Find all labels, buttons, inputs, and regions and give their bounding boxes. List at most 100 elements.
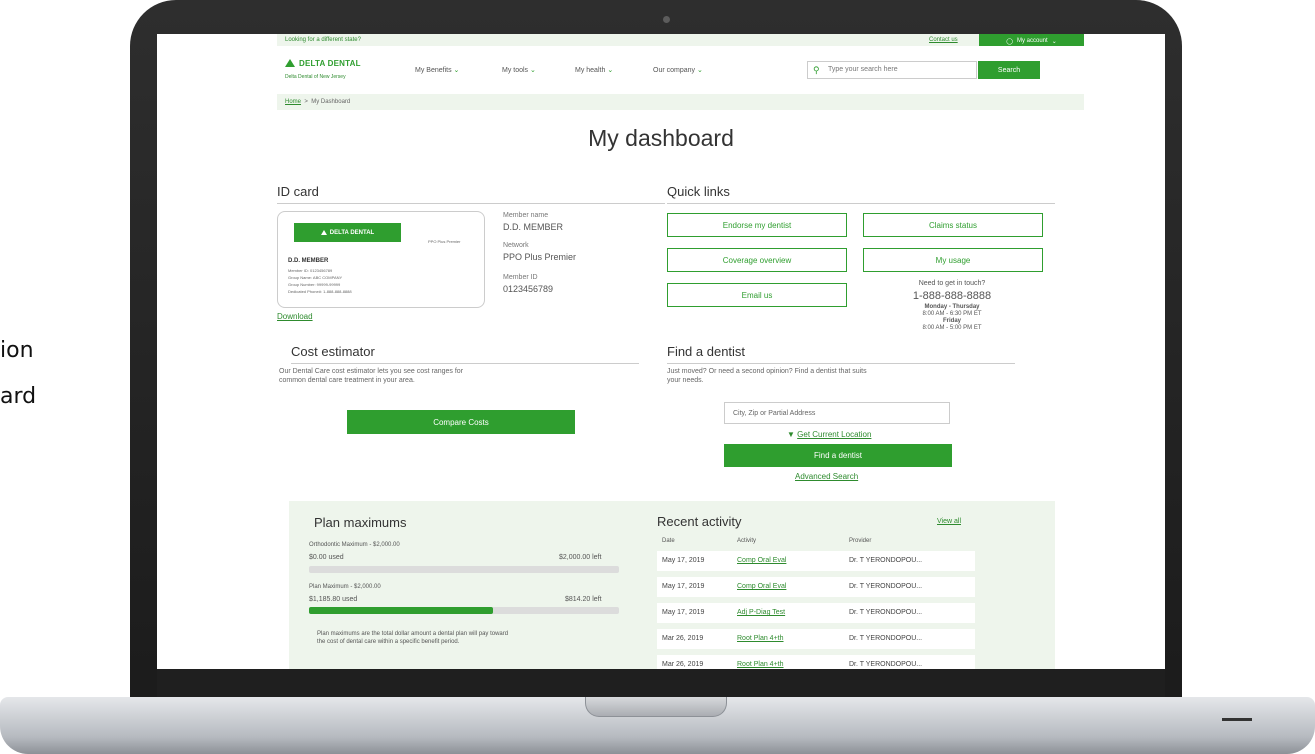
get-in-touch-heading: Need to get in touch? xyxy=(918,280,986,287)
chevron-down-icon: ⌄ xyxy=(530,67,536,74)
plan-max-label: Plan Maximum - $2,000.00 xyxy=(309,584,381,590)
activity-link[interactable]: Root Plan 4+th xyxy=(737,635,784,642)
email-us-button[interactable]: Email us xyxy=(667,283,847,307)
activity-date: May 17, 2019 xyxy=(662,557,705,564)
nav-my-benefits-label: My Benefits xyxy=(415,67,452,74)
col-header-provider: Provider xyxy=(849,538,872,544)
table-row: May 17, 2019 Adj P-Diag Test Dr. T YERONDO… xyxy=(657,603,975,623)
activity-link[interactable]: Comp Oral Eval xyxy=(737,583,786,590)
nav-our-company[interactable]: Our company ⌄ xyxy=(653,66,703,74)
activity-date: Mar 26, 2019 xyxy=(662,661,704,668)
nav-my-health-label: My health xyxy=(575,67,606,74)
id-card-line: Group Number: 99999-99999 xyxy=(288,282,341,287)
activity-date: Mar 26, 2019 xyxy=(662,635,704,642)
delta-logo-icon xyxy=(320,230,327,235)
hours-days-2: Friday xyxy=(942,318,961,324)
plan-maximums-note: Plan maximums are the total dollar amoun… xyxy=(317,630,627,646)
location-arrow-icon: ▼ xyxy=(787,430,795,439)
nav-my-health[interactable]: My health ⌄ xyxy=(575,66,613,74)
view-all-link[interactable]: View all xyxy=(937,518,961,525)
contact-link[interactable]: Contact us xyxy=(929,37,958,43)
nav-my-tools[interactable]: My tools ⌄ xyxy=(502,66,536,74)
breadcrumb: Home > My Dashboard xyxy=(277,94,1084,110)
cost-estimator-heading: Cost estimator xyxy=(291,344,639,364)
download-link[interactable]: Download xyxy=(277,312,313,321)
delta-dental-logo[interactable]: DELTA DENTAL xyxy=(285,59,361,68)
laptop-screen: Looking for a different state? Contact u… xyxy=(157,34,1165,685)
id-card-line: Member ID: 0123456789 xyxy=(288,268,333,273)
chevron-down-icon: ⌄ xyxy=(696,67,703,74)
side-caption-line2: ard xyxy=(0,384,37,409)
activity-date: May 17, 2019 xyxy=(662,609,705,616)
find-dentist-desc-2: your needs. xyxy=(667,377,704,384)
search-input[interactable]: ⚲ Type your search here xyxy=(807,61,977,79)
chevron-down-icon: ⌄ xyxy=(453,67,460,74)
laptop-notch xyxy=(585,697,727,717)
laptop-camera xyxy=(663,16,670,23)
id-card-heading: ID card xyxy=(277,184,665,204)
get-current-location-link[interactable]: ▼ Get Current Location xyxy=(787,430,871,439)
plan-maximums-heading: Plan maximums xyxy=(314,515,407,530)
find-dentist-button[interactable]: Find a dentist xyxy=(724,444,952,467)
col-header-date: Date xyxy=(662,538,675,544)
activity-link[interactable]: Comp Oral Eval xyxy=(737,557,786,564)
quick-links-heading: Quick links xyxy=(667,184,1055,204)
hours-2: 8:00 AM - 5:00 PM ET xyxy=(922,325,982,331)
recent-activity-heading: Recent activity xyxy=(657,514,742,529)
get-current-location-label: Get Current Location xyxy=(797,430,872,439)
activity-link[interactable]: Adj P-Diag Test xyxy=(737,609,785,616)
cost-estimator-desc-2: common dental care treatment in your are… xyxy=(279,377,415,384)
network-label: Network xyxy=(503,242,529,249)
phone-number[interactable]: 1-888-888-8888 xyxy=(857,290,1047,302)
plan-max-progress-fill xyxy=(309,607,493,614)
hours-days-1: Monday - Thursday xyxy=(924,304,980,310)
network-value: PPO Plus Premier xyxy=(503,252,577,262)
ortho-used: $0.00 used xyxy=(309,554,344,561)
search-button[interactable]: Search xyxy=(978,61,1040,79)
id-card-image: DELTA DENTAL PPO Plus Premier D.D. MEMBE… xyxy=(277,211,485,308)
compare-costs-button[interactable]: Compare Costs xyxy=(347,410,575,434)
ortho-max-label: Orthodontic Maximum - $2,000.00 xyxy=(309,542,400,548)
advanced-search-link[interactable]: Advanced Search xyxy=(795,472,858,481)
breadcrumb-home-link[interactable]: Home xyxy=(285,99,301,105)
activity-date: May 17, 2019 xyxy=(662,583,705,590)
find-dentist-desc-1: Just moved? Or need a second opinion? Fi… xyxy=(667,368,867,375)
address-input[interactable]: City, Zip or Partial Address xyxy=(724,402,950,424)
cost-estimator-desc-1: Our Dental Care cost estimator lets you … xyxy=(279,368,464,375)
plan-maximums-note-2: the cost of dental care within a specifi… xyxy=(317,639,460,645)
table-row: May 17, 2019 Comp Oral Eval Dr. T YERONDOP… xyxy=(657,551,975,571)
table-row: May 17, 2019 Comp Oral Eval Dr. T YERONDOP… xyxy=(657,577,975,597)
plan-max-progress-bar xyxy=(309,607,619,614)
plan-max-left: $814.20 left xyxy=(565,596,602,603)
page-title: My dashboard xyxy=(588,125,734,151)
activity-link[interactable]: Root Plan 4+th xyxy=(737,661,784,668)
plan-max-used: $1,185.80 used xyxy=(309,596,358,603)
nav-my-tools-label: My tools xyxy=(502,67,529,74)
member-name-label: Member name xyxy=(503,212,549,219)
logo-text: DELTA DENTAL xyxy=(299,59,361,68)
ortho-left: $2,000.00 left xyxy=(559,554,602,561)
my-usage-button[interactable]: My usage xyxy=(863,248,1043,272)
coverage-overview-button[interactable]: Coverage overview xyxy=(667,248,847,272)
id-card-line: Dedicated Phone#: 1-888-888-8888 xyxy=(288,289,352,294)
breadcrumb-current: My Dashboard xyxy=(311,99,351,105)
web-page: Looking for a different state? Contact u… xyxy=(157,34,1165,685)
utility-bar xyxy=(277,34,1084,46)
delta-logo-icon xyxy=(285,59,295,67)
activity-provider: Dr. T YERONDOPOU... xyxy=(849,609,923,616)
ortho-progress-bar xyxy=(309,566,619,573)
endorse-dentist-button[interactable]: Endorse my dentist xyxy=(667,213,847,237)
member-id-value: 0123456789 xyxy=(503,284,554,294)
activity-provider: Dr. T YERONDOPOU... xyxy=(849,557,923,564)
claims-status-button[interactable]: Claims status xyxy=(863,213,1043,237)
side-caption-line1: ion xyxy=(0,338,34,363)
id-card-line: Group Name: ABC COMPANY xyxy=(288,275,343,280)
hours-1: 8:00 AM - 6:30 PM ET xyxy=(922,311,982,317)
nav-my-benefits[interactable]: My Benefits ⌄ xyxy=(415,66,459,74)
search-icon: ⚲ xyxy=(813,65,820,75)
logo-subtitle: Delta Dental of New Jersey xyxy=(285,74,346,80)
breadcrumb-separator: > xyxy=(304,99,308,105)
different-state-link[interactable]: Looking for a different state? xyxy=(285,37,361,43)
id-card-logo: DELTA DENTAL xyxy=(294,223,401,242)
chevron-down-icon: ⌄ xyxy=(1051,38,1057,45)
